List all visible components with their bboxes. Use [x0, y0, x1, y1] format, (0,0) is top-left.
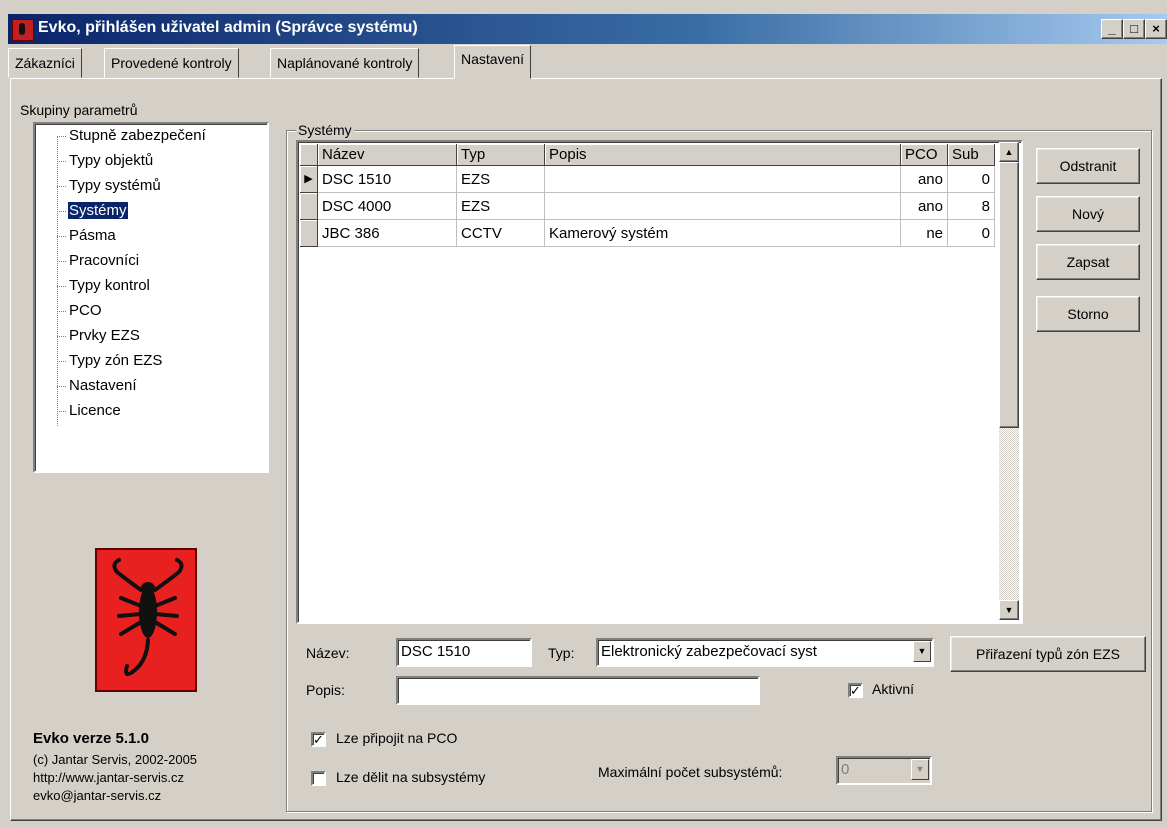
new-button[interactable]: Nový	[1036, 196, 1140, 232]
tree-item-systemy[interactable]: Systémy	[57, 202, 128, 227]
systems-grid[interactable]: Název Typ Popis PCO Sub ▶ DSC 1510 EZS a…	[296, 140, 1023, 624]
scorpion-logo	[95, 548, 197, 692]
tree-item-label: PCO	[69, 302, 102, 319]
tab-nastaveni[interactable]: Nastavení	[454, 45, 532, 79]
tree-item-label: Typy kontrol	[69, 277, 150, 294]
table-cell[interactable]: 8	[948, 193, 995, 220]
table-cell[interactable]: 0	[948, 166, 995, 193]
tree-item-pco[interactable]: PCO	[57, 302, 103, 327]
tree-item-typy-zon-ezs[interactable]: Typy zón EZS	[57, 352, 163, 377]
tree-item-pasma[interactable]: Pásma	[57, 227, 117, 252]
subsystems-checkbox[interactable]	[311, 771, 326, 786]
cancel-button[interactable]: Storno	[1036, 296, 1140, 332]
type-label: Typ:	[548, 645, 575, 661]
tree-item-label: Systémy	[68, 202, 128, 219]
tree-item-label: Stupně zabezpečení	[69, 127, 206, 144]
version-text: Evko verze 5.1.0	[33, 730, 149, 747]
tree-item-nastaveni[interactable]: Nastavení	[57, 377, 138, 402]
table-cell[interactable]: ano	[901, 193, 948, 220]
row-indicator[interactable]: ▶	[300, 166, 318, 193]
table-cell[interactable]: Kamerový systém	[545, 220, 901, 247]
email-link[interactable]: evko@jantar-servis.cz	[33, 788, 161, 803]
scroll-down-button[interactable]: ▼	[999, 600, 1019, 620]
tree-item-stupne-zabezpeceni[interactable]: Stupně zabezpečení	[57, 127, 207, 152]
tree-item-label: Typy zón EZS	[69, 352, 163, 369]
pco-label[interactable]: Lze připojit na PCO	[336, 730, 457, 746]
chevron-down-icon[interactable]: ▼	[913, 641, 931, 662]
description-input[interactable]	[396, 676, 760, 705]
parameter-group-tree[interactable]: Stupně zabezpečení Typy objektů Typy sys…	[33, 122, 269, 473]
column-header-typ[interactable]: Typ	[457, 144, 545, 166]
tree-item-pracovnici[interactable]: Pracovníci	[57, 252, 140, 277]
tree-item-label: Pracovníci	[69, 252, 140, 269]
tree-item-label: Prvky EZS	[69, 327, 140, 344]
table-cell[interactable]: DSC 4000	[318, 193, 457, 220]
table-cell[interactable]: 0	[948, 220, 995, 247]
tree-item-label: Typy objektů	[69, 152, 154, 169]
grid-vertical-scrollbar[interactable]: ▲ ▼	[999, 142, 1019, 620]
max-subsystems-value: 0	[841, 761, 850, 778]
column-header-nazev[interactable]: Název	[318, 144, 457, 166]
table-cell[interactable]: JBC 386	[318, 220, 457, 247]
maximize-button[interactable]: □	[1123, 19, 1145, 39]
tree-item-typy-systemu[interactable]: Typy systémů	[57, 177, 162, 202]
title-bar[interactable]: Evko, přihlášen uživatel admin (Správce …	[8, 14, 1167, 44]
tree-item-typy-objektu[interactable]: Typy objektů	[57, 152, 154, 177]
subsystems-label[interactable]: Lze dělit na subsystémy	[336, 769, 485, 785]
max-subsystems-label: Maximální počet subsystémů:	[598, 764, 783, 780]
tree-label: Skupiny parametrů	[20, 102, 138, 118]
copyright-text: (c) Jantar Servis, 2002-2005	[33, 752, 198, 767]
pco-checkbox[interactable]: ✓	[311, 732, 326, 747]
check-icon: ✓	[850, 683, 861, 698]
table-cell[interactable]: EZS	[457, 166, 545, 193]
chevron-down-icon[interactable]: ▼	[911, 759, 929, 780]
tree-item-typy-kontrol[interactable]: Typy kontrol	[57, 277, 151, 302]
scroll-thumb[interactable]	[999, 162, 1019, 428]
group-title: Systémy	[296, 122, 354, 138]
name-input[interactable]: DSC 1510	[396, 638, 532, 667]
close-button[interactable]: ×	[1145, 19, 1167, 39]
column-header-pco[interactable]: PCO	[901, 144, 948, 166]
grid-corner	[300, 144, 318, 166]
column-header-sub[interactable]: Sub	[948, 144, 995, 166]
tree-item-label: Nastavení	[69, 377, 137, 394]
table-cell[interactable]: DSC 1510	[318, 166, 457, 193]
scroll-up-button[interactable]: ▲	[999, 142, 1019, 162]
column-header-popis[interactable]: Popis	[545, 144, 901, 166]
tab-naplanovane-kontroly[interactable]: Naplánované kontroly	[270, 48, 420, 78]
tree-item-licence[interactable]: Licence	[57, 402, 122, 427]
check-icon: ✓	[313, 732, 324, 747]
delete-button[interactable]: Odstranit	[1036, 148, 1140, 184]
table-cell[interactable]	[545, 166, 901, 193]
row-indicator-empty[interactable]	[300, 220, 318, 247]
tab-provedene-kontroly[interactable]: Provedené kontroly	[104, 48, 239, 78]
table-cell[interactable]: EZS	[457, 193, 545, 220]
table-cell[interactable]: ano	[901, 166, 948, 193]
active-checkbox[interactable]: ✓	[848, 683, 863, 698]
type-select[interactable]: Elektronický zabezpečovací syst ▼	[596, 638, 934, 667]
description-label: Popis:	[306, 682, 345, 698]
scorpion-icon[interactable]	[12, 19, 34, 41]
window-title: Evko, přihlášen uživatel admin (Správce …	[38, 19, 418, 36]
name-label: Název:	[306, 645, 350, 661]
web-link[interactable]: http://www.jantar-servis.cz	[33, 770, 184, 785]
type-select-value: Elektronický zabezpečovací syst	[601, 643, 817, 660]
assign-zone-types-button[interactable]: Přiřazení typů zón EZS	[950, 636, 1146, 672]
max-subsystems-select[interactable]: 0 ▼	[836, 756, 932, 785]
active-label[interactable]: Aktivní	[872, 681, 914, 697]
row-indicator-empty[interactable]	[300, 193, 318, 220]
tree-item-label: Typy systémů	[69, 177, 161, 194]
tree-item-label: Pásma	[69, 227, 116, 244]
tree-item-label: Licence	[69, 402, 121, 419]
table-cell[interactable]: CCTV	[457, 220, 545, 247]
table-cell[interactable]	[545, 193, 901, 220]
save-button[interactable]: Zapsat	[1036, 244, 1140, 280]
minimize-button[interactable]: _	[1101, 19, 1123, 39]
tab-zakaznici[interactable]: Zákazníci	[8, 48, 82, 78]
tree-item-prvky-ezs[interactable]: Prvky EZS	[57, 327, 141, 352]
table-cell[interactable]: ne	[901, 220, 948, 247]
